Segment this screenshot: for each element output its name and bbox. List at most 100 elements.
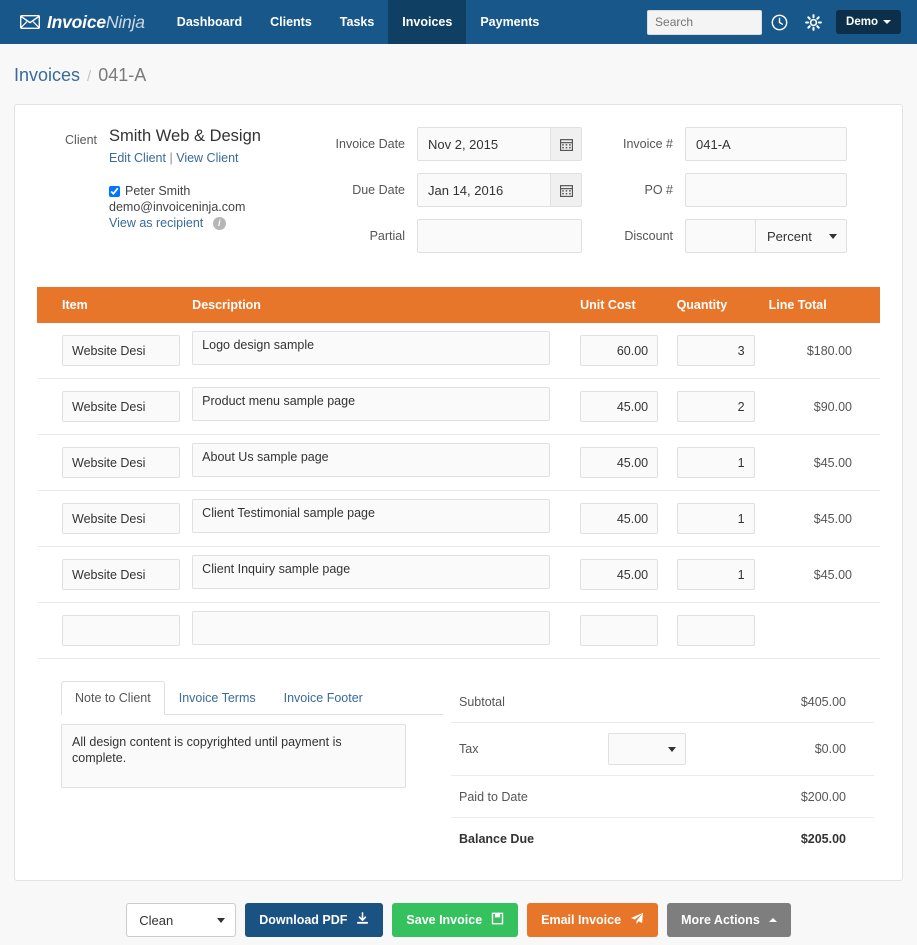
save-invoice-label: Save Invoice [406, 913, 483, 927]
template-select-value: Clean [139, 912, 174, 928]
brand-text: InvoiceNinja [47, 12, 145, 33]
brand-logo[interactable]: InvoiceNinja [0, 0, 163, 44]
table-row: $45.00 [37, 546, 880, 603]
unit-cost-input[interactable] [580, 503, 659, 534]
line-total-value: $45.00 [813, 455, 852, 470]
description-input[interactable] [192, 443, 551, 477]
nav-item-invoices[interactable]: Invoices [388, 0, 467, 44]
description-input[interactable] [192, 387, 551, 421]
chevron-down-icon [217, 917, 226, 923]
balance-due-row: Balance Due $205.00 [451, 818, 874, 860]
quantity-input[interactable] [676, 391, 755, 422]
due-date-row: Due Date [327, 173, 597, 207]
discount-type-value: Percent [767, 228, 812, 244]
email-invoice-button[interactable]: Email Invoice [527, 903, 659, 937]
gear-icon[interactable] [796, 0, 830, 44]
description-input[interactable] [192, 499, 551, 533]
po-number-row: PO # [597, 173, 867, 207]
client-column: Client Smith Web & Design Edit Client | … [37, 127, 327, 265]
item-input[interactable] [62, 447, 180, 478]
unit-cost-input[interactable] [580, 559, 659, 590]
item-input[interactable] [62, 559, 180, 590]
nav-item-payments[interactable]: Payments [466, 0, 553, 44]
partial-label: Partial [369, 229, 405, 243]
contact-block: Peter Smith demo@invoiceninja.com View a… [109, 183, 261, 231]
totals-panel: Subtotal $405.00 Tax $0.00 Paid to Date … [443, 681, 874, 860]
floppy-icon [491, 912, 504, 928]
column-header-item: Item [37, 287, 193, 323]
balance-due-value: $205.00 [800, 832, 846, 846]
calendar-icon[interactable] [550, 127, 582, 161]
tab-invoice-terms[interactable]: Invoice Terms [165, 681, 270, 715]
line-items-table: Item Description Unit Cost Quantity Line… [37, 287, 880, 659]
paid-to-date-label: Paid to Date [459, 789, 528, 804]
more-actions-button[interactable]: More Actions [667, 903, 791, 937]
invoice-number-input[interactable] [685, 127, 847, 161]
discount-type-select[interactable]: Percent [755, 219, 847, 253]
download-pdf-button[interactable]: Download PDF [245, 903, 384, 937]
description-input[interactable] [192, 331, 551, 365]
tab-note-to-client[interactable]: Note to Client [61, 681, 165, 715]
contact-email: demo@invoiceninja.com [109, 200, 246, 214]
table-row: $90.00 [37, 378, 880, 435]
client-links: Edit Client | View Client [109, 151, 261, 165]
po-number-input[interactable] [685, 173, 847, 207]
description-input[interactable] [192, 611, 551, 645]
email-invoice-label: Email Invoice [541, 913, 622, 927]
line-total-value: $45.00 [813, 567, 852, 582]
description-input[interactable] [192, 555, 551, 589]
quantity-input[interactable] [676, 503, 755, 534]
quantity-input[interactable] [676, 447, 755, 478]
unit-cost-input[interactable] [580, 391, 659, 422]
breadcrumb-separator: / [87, 68, 92, 85]
quantity-input[interactable] [676, 335, 755, 366]
unit-cost-input[interactable] [580, 615, 659, 646]
contact-checkbox[interactable] [109, 185, 120, 197]
brand-primary: Invoice [47, 11, 106, 32]
quantity-input[interactable] [676, 559, 755, 590]
search-input[interactable] [647, 9, 763, 35]
client-field-label: Client [65, 133, 97, 147]
item-input[interactable] [62, 615, 180, 646]
notes-and-totals: Note to Client Invoice Terms Invoice Foo… [37, 681, 880, 860]
navbar-right-group: Demo [647, 0, 917, 44]
dates-column: Invoice Date Due Date [327, 127, 597, 265]
quantity-input[interactable] [676, 615, 755, 646]
unit-cost-input[interactable] [580, 335, 659, 366]
item-input[interactable] [62, 335, 180, 366]
partial-input[interactable] [417, 219, 582, 253]
view-client-link[interactable]: View Client [176, 151, 238, 165]
line-total-value: $180.00 [806, 343, 852, 358]
discount-amount-input[interactable] [685, 219, 755, 253]
unit-cost-input[interactable] [580, 447, 659, 478]
subtotal-value: $405.00 [800, 694, 846, 709]
view-as-recipient-link[interactable]: View as recipient [109, 216, 203, 230]
due-date-input[interactable] [417, 173, 550, 207]
paid-to-date-row: Paid to Date $200.00 [451, 776, 874, 818]
nav-item-clients[interactable]: Clients [256, 0, 326, 44]
note-to-client-textarea[interactable] [61, 724, 406, 788]
line-total-value: $90.00 [813, 399, 852, 414]
info-icon[interactable]: i [212, 217, 226, 231]
tax-rate-select[interactable] [607, 733, 686, 765]
breadcrumb-invoices-link[interactable]: Invoices [14, 65, 80, 86]
invoice-date-input[interactable] [417, 127, 550, 161]
calendar-icon[interactable] [550, 173, 582, 207]
nav-item-tasks[interactable]: Tasks [326, 0, 389, 44]
notes-panel: Note to Client Invoice Terms Invoice Foo… [43, 681, 443, 860]
table-row [37, 602, 880, 659]
item-input[interactable] [62, 391, 180, 422]
nav-item-dashboard[interactable]: Dashboard [163, 0, 256, 44]
invoice-header-form: Client Smith Web & Design Edit Client | … [37, 127, 880, 279]
table-row: $45.00 [37, 434, 880, 491]
contact-name: Peter Smith [125, 184, 191, 198]
clock-icon[interactable] [762, 0, 796, 44]
edit-client-link[interactable]: Edit Client [109, 151, 166, 165]
item-input[interactable] [62, 503, 180, 534]
save-invoice-button[interactable]: Save Invoice [392, 903, 519, 937]
links-separator: | [169, 151, 173, 165]
account-dropdown-button[interactable]: Demo [836, 10, 901, 34]
due-date-label: Due Date [352, 183, 405, 197]
tab-invoice-footer[interactable]: Invoice Footer [270, 681, 377, 715]
template-select[interactable]: Clean [126, 903, 237, 937]
